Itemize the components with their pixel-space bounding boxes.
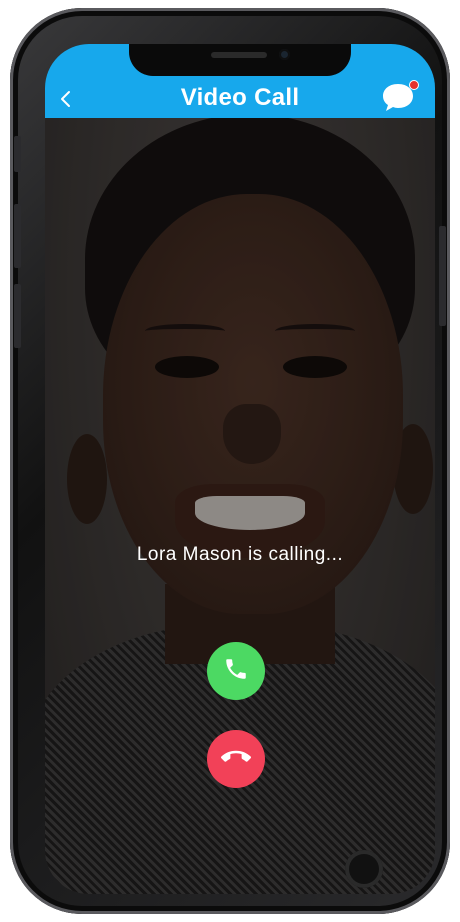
notch [129, 44, 351, 76]
chat-bubble-icon[interactable] [381, 80, 419, 112]
camera-lens [345, 850, 383, 888]
page-title: Video Call [180, 84, 300, 111]
volume-up-button [14, 204, 21, 268]
mute-switch [14, 136, 21, 172]
phone-frame: Video Call Lora Mason is calling... [10, 8, 450, 914]
power-button [439, 226, 446, 326]
caller-status-text: Lora Mason is calling... [136, 544, 344, 565]
front-camera [279, 49, 290, 60]
speaker-grille [211, 52, 267, 58]
accept-call-button[interactable] [207, 642, 265, 700]
phone-hangup-icon [221, 742, 251, 777]
phone-screen: Video Call Lora Mason is calling... [45, 44, 435, 894]
phone-icon [223, 656, 249, 687]
decline-call-button[interactable] [207, 730, 265, 788]
volume-down-button [14, 284, 21, 348]
notification-dot [409, 80, 419, 90]
